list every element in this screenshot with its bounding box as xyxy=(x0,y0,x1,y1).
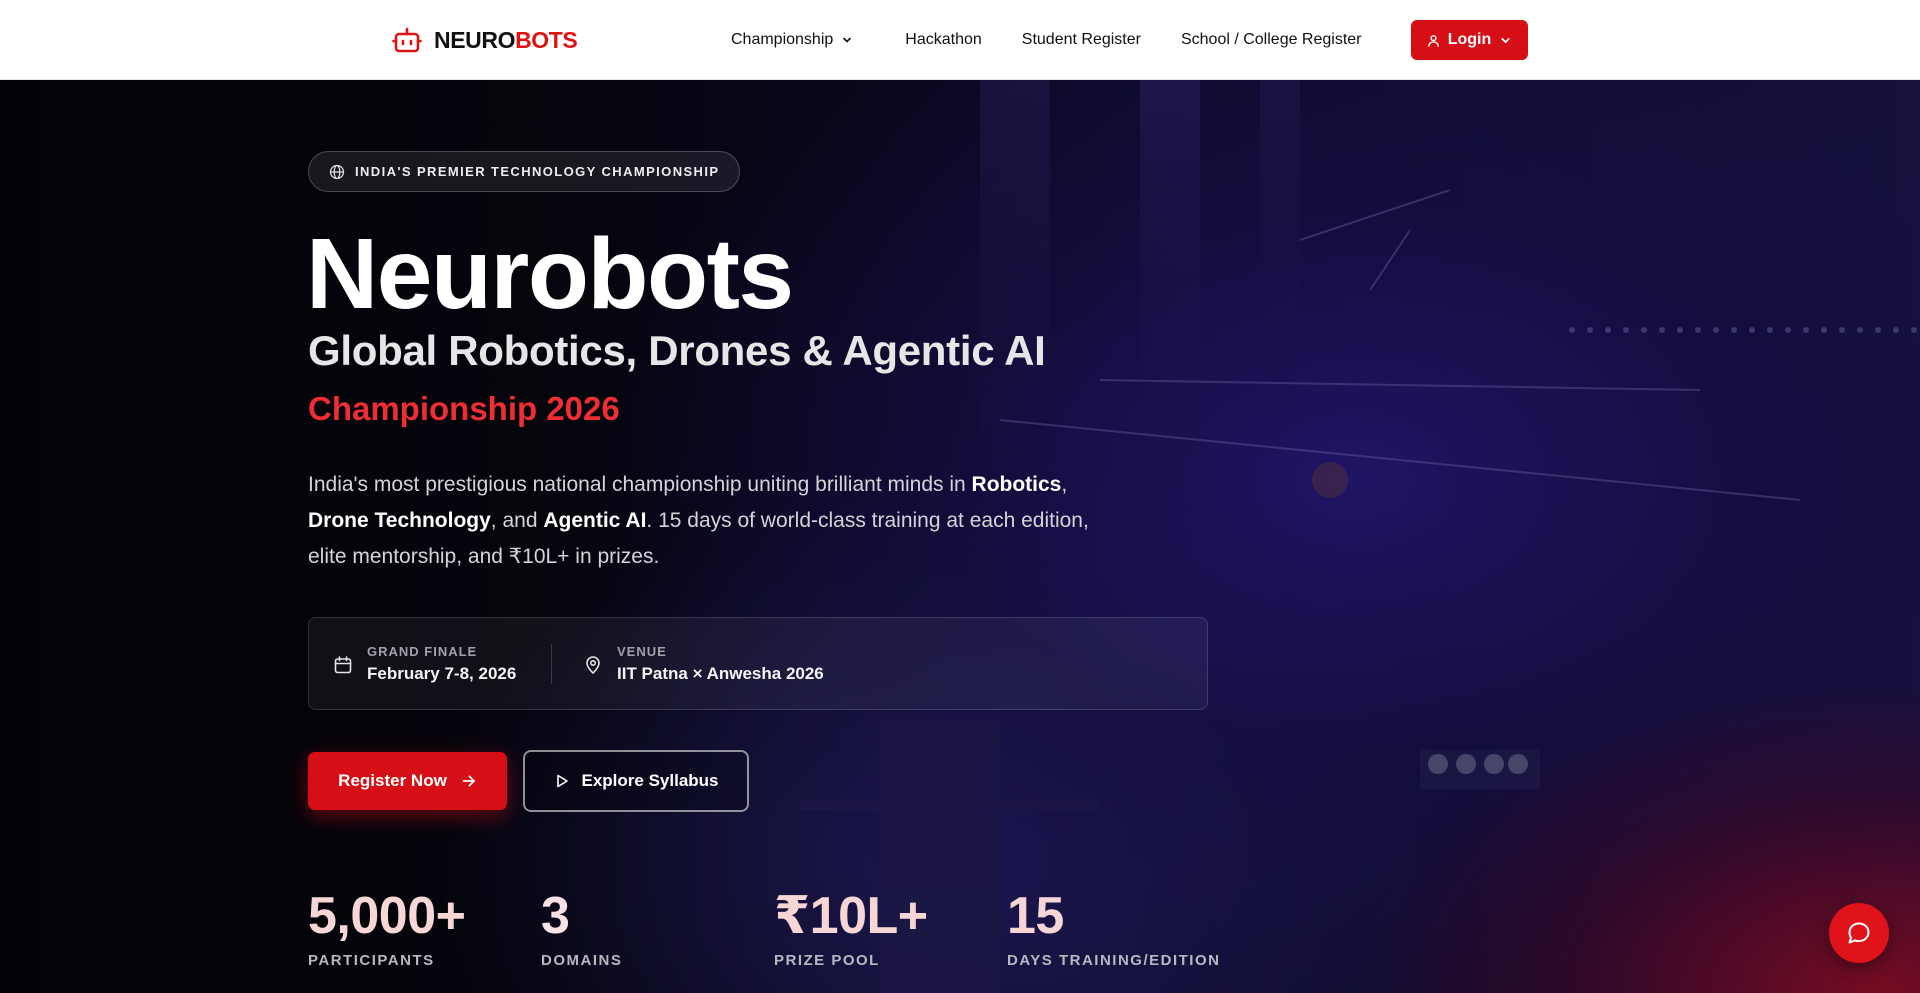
tagline-badge: INDIA'S PREMIER TECHNOLOGY CHAMPIONSHIP xyxy=(308,151,741,192)
nav-hackathon[interactable]: Hackathon xyxy=(905,31,982,49)
chevron-down-icon xyxy=(843,37,852,43)
hero-edition: Championship 2026 xyxy=(308,390,620,427)
stat-value: 15 xyxy=(1007,887,1064,945)
globe-icon xyxy=(329,164,345,179)
explore-syllabus-button[interactable]: Explore Syllabus xyxy=(523,750,749,812)
venue-label: VENUE xyxy=(617,644,667,659)
stat-participants: 5,000+ PARTICIPANTS xyxy=(308,886,466,969)
robot-icon xyxy=(392,27,422,53)
hero-title: Neurobots xyxy=(306,218,794,330)
chevron-down-icon xyxy=(1501,37,1510,43)
nav-championship[interactable]: Championship xyxy=(731,31,853,49)
nav-student-register[interactable]: Student Register xyxy=(1022,31,1141,49)
venue-value: IIT Patna × Anwesha 2026 xyxy=(617,664,824,683)
stat-value: ₹10L+ xyxy=(774,887,928,945)
login-button[interactable]: Login xyxy=(1411,20,1528,60)
nav-championship-label: Championship xyxy=(731,31,834,48)
user-icon xyxy=(1427,34,1439,47)
nav-student-register-label: Student Register xyxy=(1021,31,1141,48)
chat-button[interactable] xyxy=(1829,903,1889,963)
brand-suffix: BOTS xyxy=(515,26,578,53)
desc-part-3: , and xyxy=(490,509,544,532)
map-pin-icon xyxy=(586,656,600,674)
stat-value: 3 xyxy=(541,887,570,945)
nav-school-college-register-label: School / College Register xyxy=(1180,31,1362,48)
chat-bubble-icon xyxy=(1848,922,1870,944)
top-navbar: NEUROBOTS Championship Hackathon Student… xyxy=(0,0,1920,80)
info-divider xyxy=(551,644,552,684)
arrow-right-icon xyxy=(462,775,475,787)
stat-label: PRIZE POOL xyxy=(774,952,880,969)
event-info-card: GRAND FINALE February 7-8, 2026 VENUE II… xyxy=(308,617,1208,710)
stat-label: PARTICIPANTS xyxy=(308,952,435,969)
desc-robotics: Robotics xyxy=(971,473,1062,496)
venue-info: VENUE IIT Patna × Anwesha 2026 xyxy=(583,644,824,686)
nav-school-college-register[interactable]: School / College Register xyxy=(1181,31,1362,49)
nav-links: Championship Hackathon Student Register … xyxy=(731,26,1362,54)
desc-drone-technology: Drone Technology xyxy=(308,509,491,532)
brand-logo[interactable]: NEUROBOTS xyxy=(392,24,578,56)
hero-description: India's most prestigious national champi… xyxy=(308,467,1108,575)
stat-label: DAYS TRAINING/EDITION xyxy=(1007,952,1221,969)
register-now-label: Register Now xyxy=(338,771,447,790)
brand-name: NEUROBOTS xyxy=(434,26,578,54)
register-now-button[interactable]: Register Now xyxy=(308,752,507,810)
grand-finale-info: GRAND FINALE February 7-8, 2026 xyxy=(333,644,516,686)
brand-prefix: NEURO xyxy=(434,26,516,53)
desc-agentic-ai: Agentic AI xyxy=(543,509,647,532)
hero-section: INDIA'S PREMIER TECHNOLOGY CHAMPIONSHIP … xyxy=(0,80,1920,993)
stat-label: DOMAINS xyxy=(541,952,623,969)
hero-subtitle: Global Robotics, Drones & Agentic AI xyxy=(308,327,1046,374)
login-label: Login xyxy=(1447,31,1492,48)
nav-hackathon-label: Hackathon xyxy=(905,31,982,48)
desc-part-2: , xyxy=(1061,473,1068,496)
stat-domains: 3 DOMAINS xyxy=(541,886,622,969)
calendar-icon xyxy=(334,656,352,674)
stat-prize-pool: ₹10L+ PRIZE POOL xyxy=(774,886,928,969)
stat-training-days: 15 DAYS TRAINING/EDITION xyxy=(1007,886,1220,969)
tagline-text: INDIA'S PREMIER TECHNOLOGY CHAMPIONSHIP xyxy=(355,164,720,179)
desc-part-1: India's most prestigious national champi… xyxy=(308,473,972,496)
grand-finale-label: GRAND FINALE xyxy=(367,644,478,659)
stat-value: 5,000+ xyxy=(308,887,466,945)
play-icon xyxy=(556,774,568,788)
explore-syllabus-label: Explore Syllabus xyxy=(581,771,719,790)
grand-finale-date: February 7-8, 2026 xyxy=(367,664,517,683)
